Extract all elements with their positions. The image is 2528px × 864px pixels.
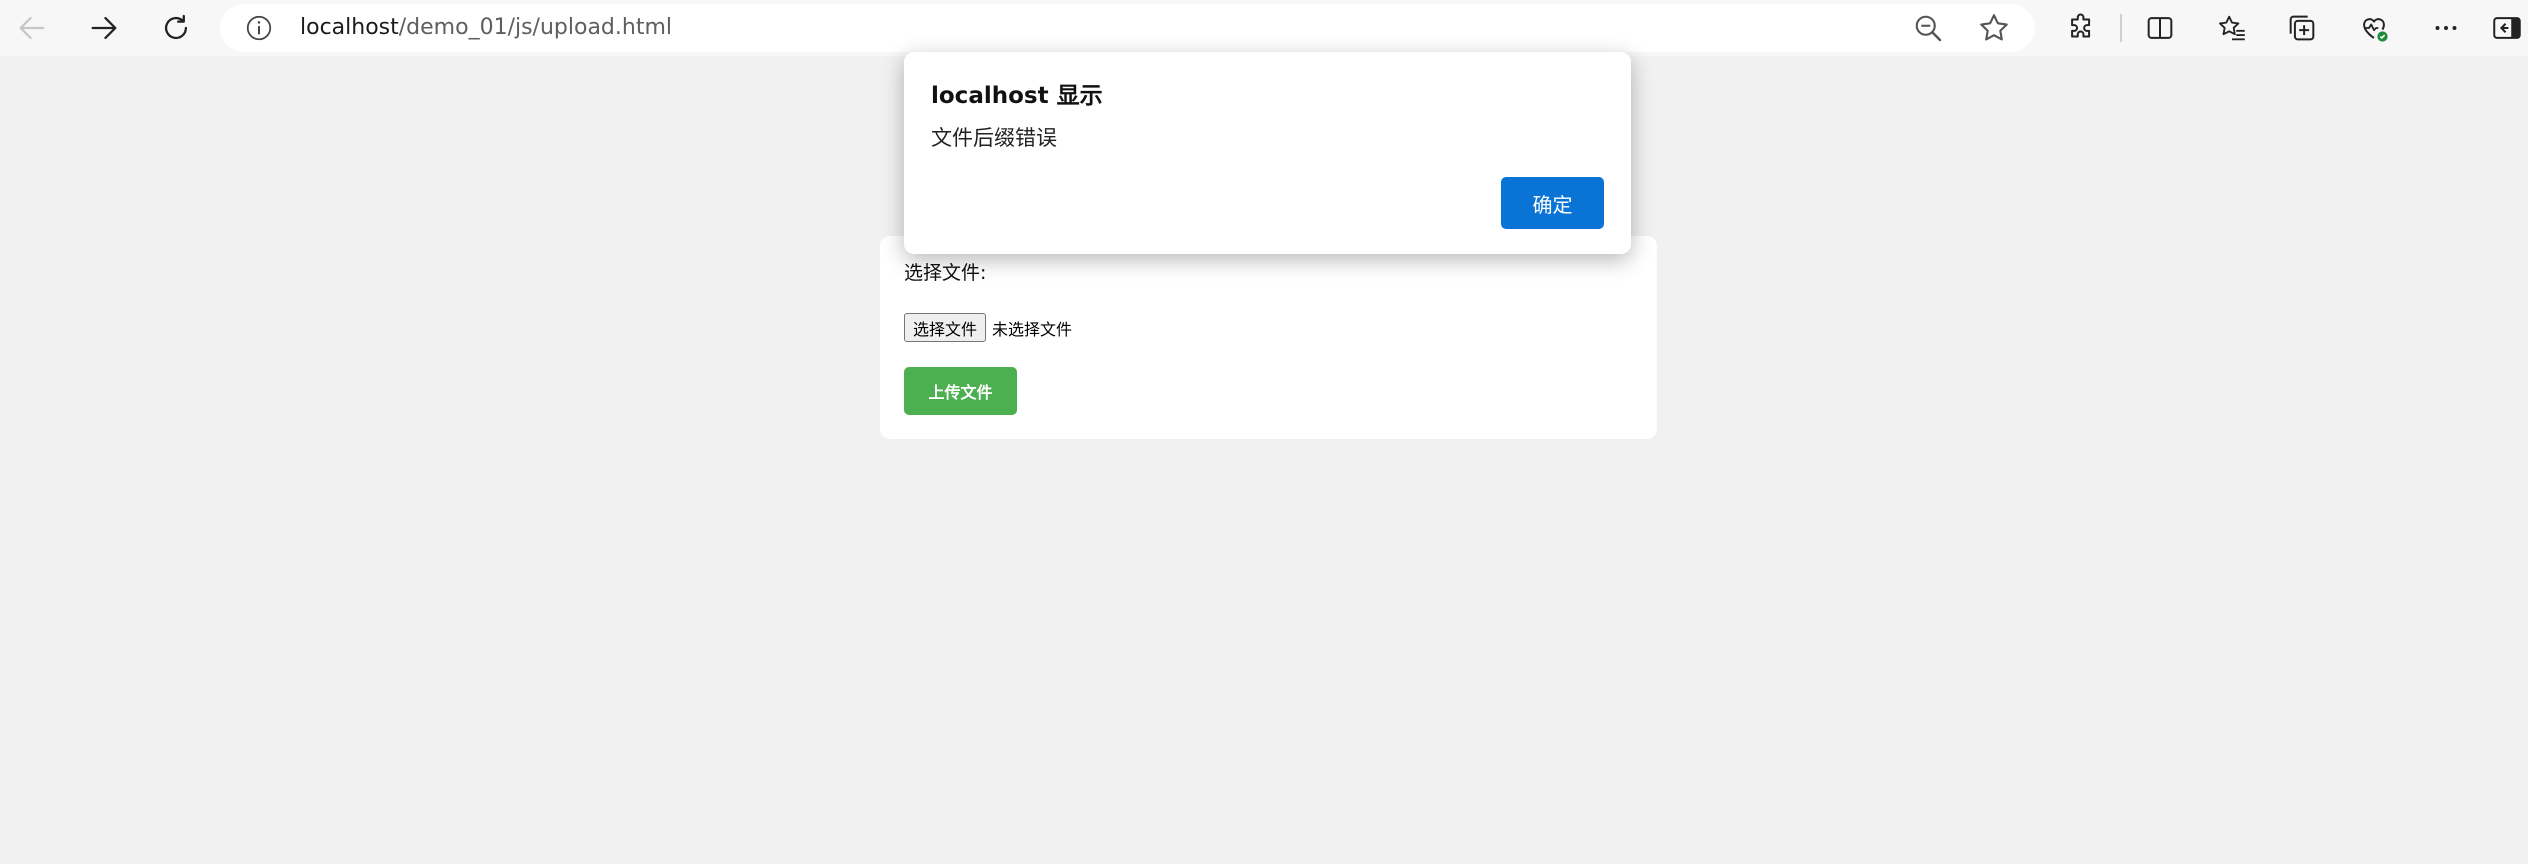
dialog-title: localhost 显示 <box>931 83 1103 109</box>
ok-button[interactable]: 确定 <box>1501 177 1604 229</box>
arrow-right-icon <box>91 16 117 40</box>
favorites-list-icon <box>2219 15 2245 41</box>
url-text[interactable]: localhost/demo_01/js/upload.html <box>300 4 672 52</box>
puzzle-icon <box>2071 13 2091 38</box>
dialog-message: 文件后缀错误 <box>931 126 1057 150</box>
sidebar-toggle-button[interactable] <box>2486 0 2528 56</box>
info-icon[interactable] <box>244 13 274 43</box>
upload-form: 选择文件: 选择文件 未选择文件 上传文件 <box>880 236 1657 439</box>
collections-button[interactable] <box>2274 0 2330 56</box>
forward-button[interactable] <box>76 0 132 56</box>
split-screen-icon <box>2147 17 2173 39</box>
collections-icon <box>2289 15 2315 41</box>
toolbar-divider <box>2120 14 2122 42</box>
alert-dialog: localhost 显示 文件后缀错误 确定 <box>904 52 1631 254</box>
address-bar[interactable]: localhost/demo_01/js/upload.html <box>220 4 2035 52</box>
file-label: 选择文件: <box>904 262 987 284</box>
back-button[interactable] <box>4 0 60 56</box>
split-screen-button[interactable] <box>2132 0 2188 56</box>
browser-essentials-icon <box>2363 18 2388 42</box>
arrow-left-icon <box>19 16 45 40</box>
upload-button[interactable]: 上传文件 <box>904 367 1017 415</box>
extensions-button[interactable] <box>2054 0 2110 56</box>
star-icon[interactable] <box>1976 10 2012 46</box>
choose-file-button[interactable]: 选择文件 <box>904 313 986 342</box>
more-button[interactable] <box>2418 0 2474 56</box>
favorites-button[interactable] <box>2204 0 2260 56</box>
refresh-button[interactable] <box>148 0 204 56</box>
refresh-icon <box>164 14 188 40</box>
more-icon <box>2435 26 2457 30</box>
browser-toolbar: localhost/demo_01/js/upload.html <box>0 0 2528 56</box>
file-status-text: 未选择文件 <box>992 320 1073 339</box>
zoom-out-icon[interactable] <box>1910 10 1946 46</box>
sidebar-toggle-icon <box>2493 17 2521 39</box>
browser-essentials-button[interactable] <box>2346 0 2402 56</box>
